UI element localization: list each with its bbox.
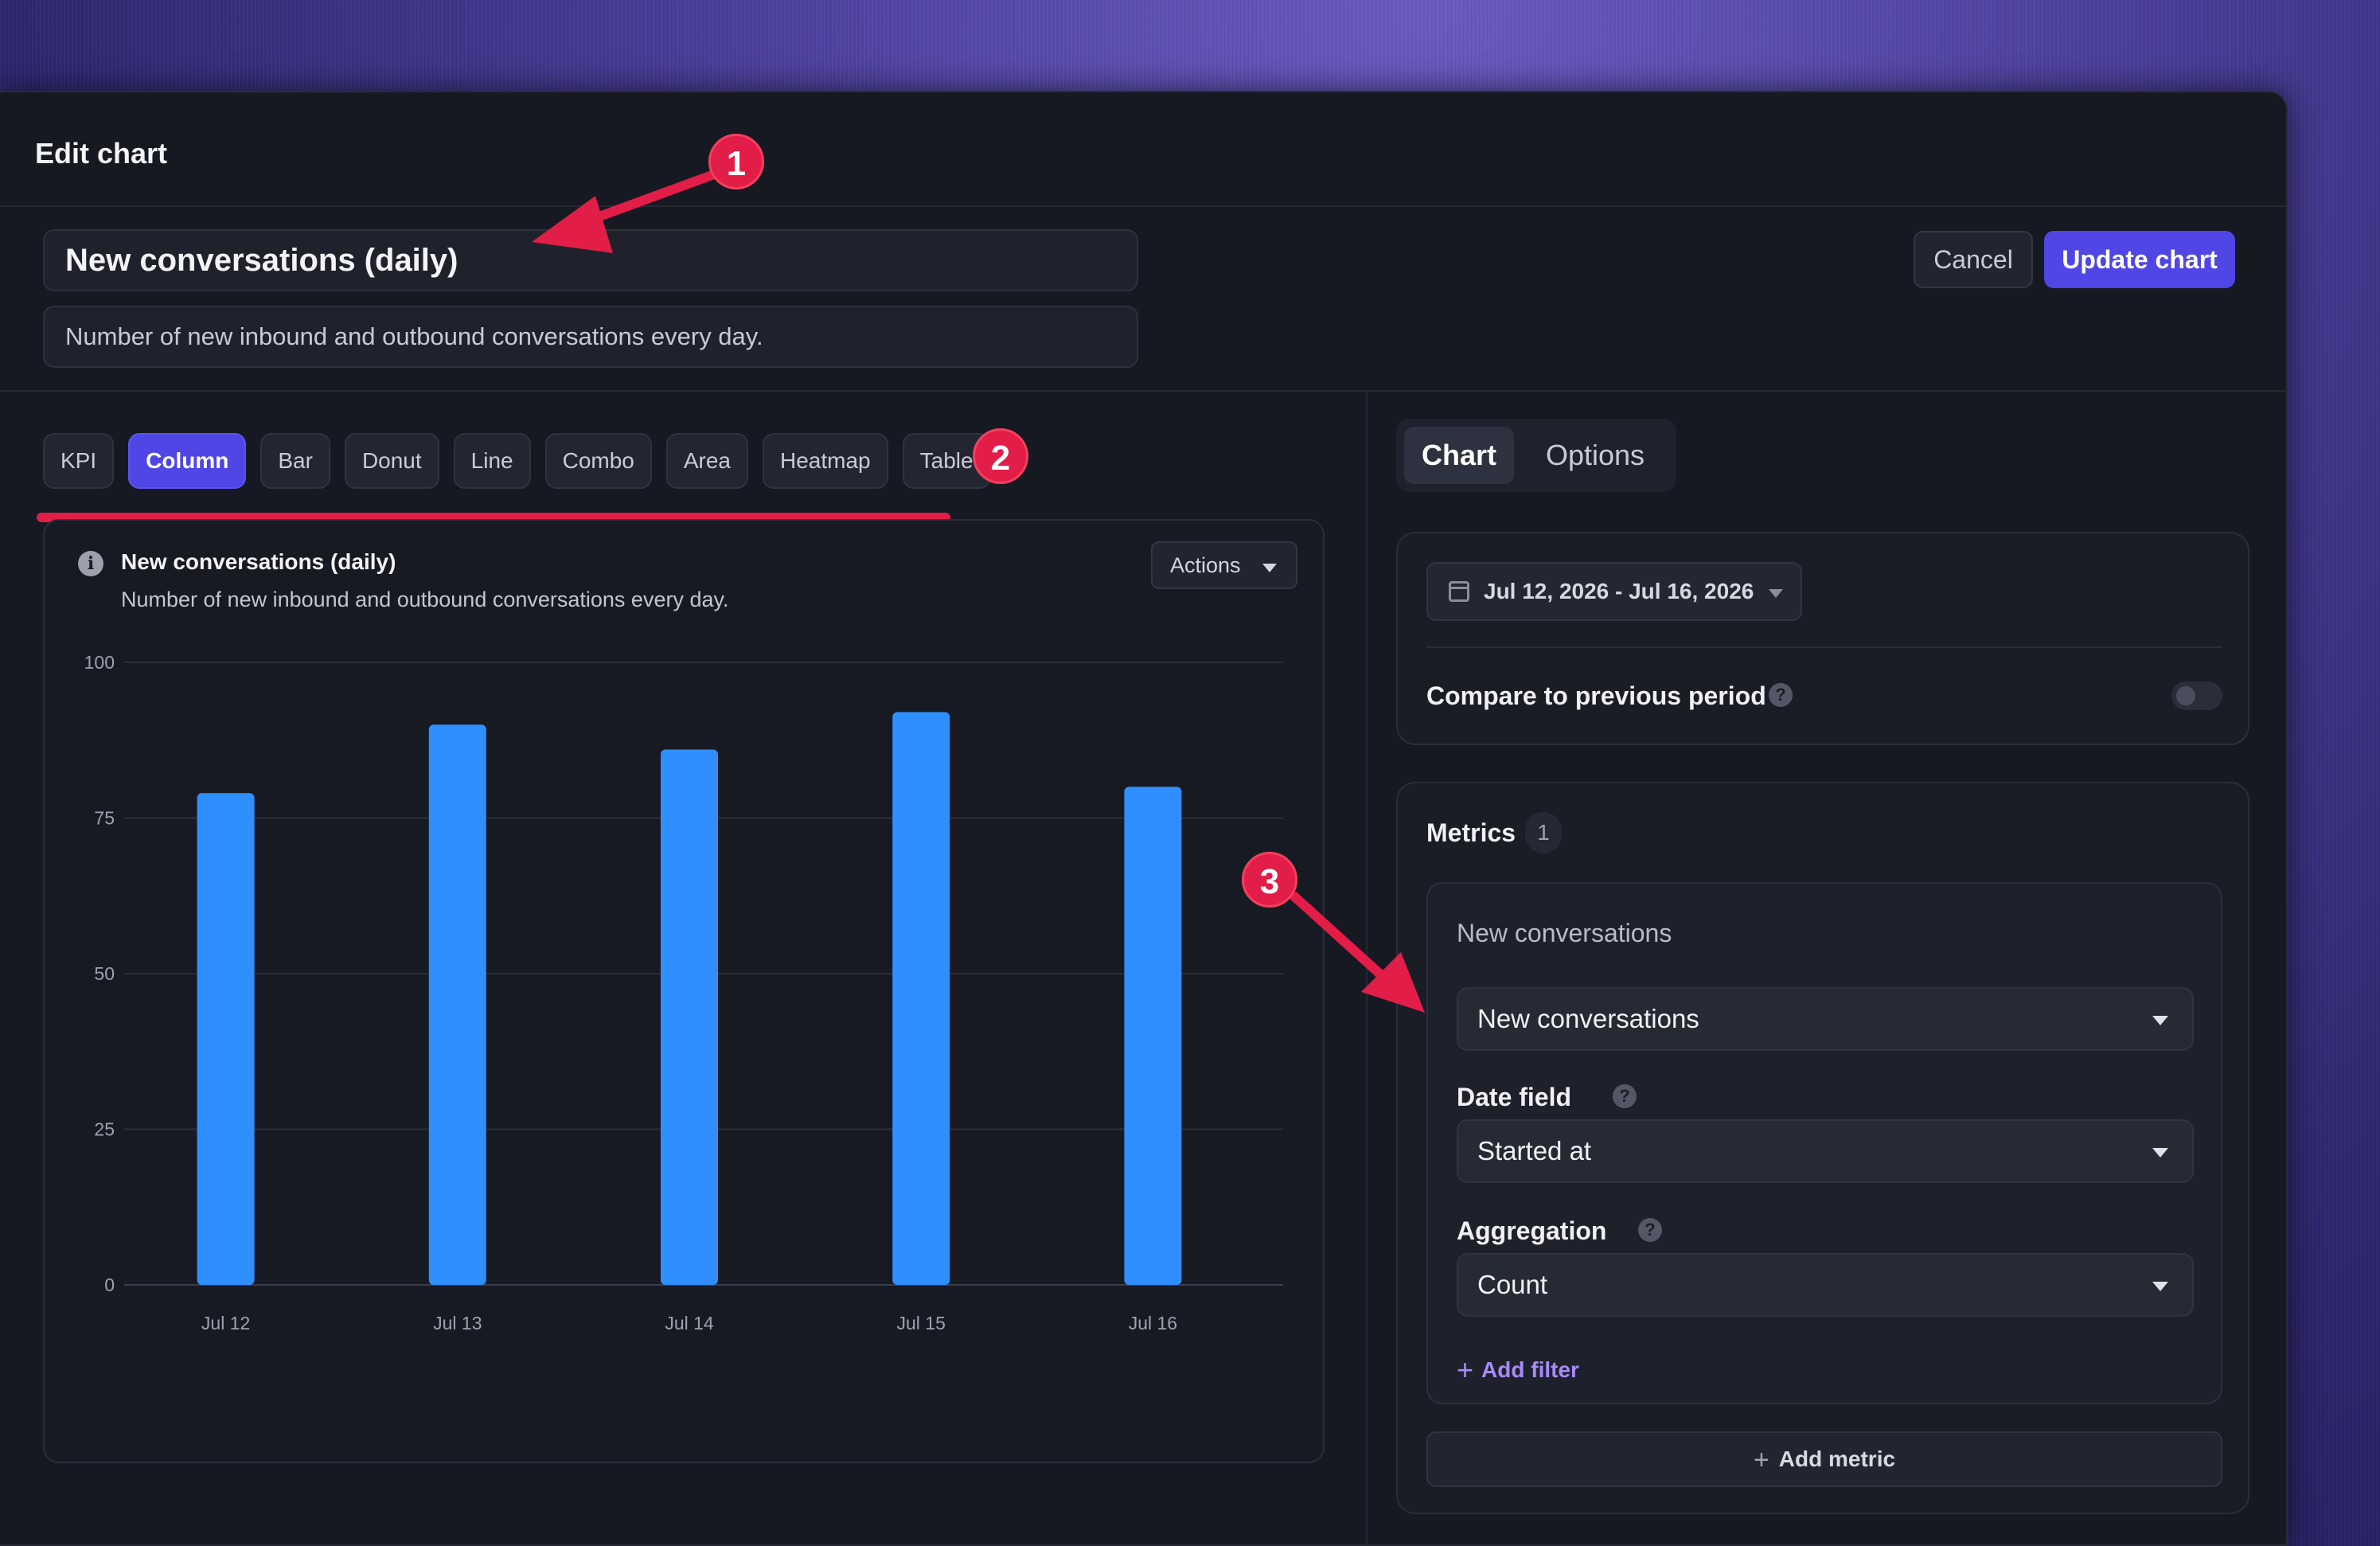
chart-preview-card: i New conversations (daily) Number of ne… — [43, 519, 1325, 1463]
aggregation-label: Aggregation — [1457, 1216, 1607, 1245]
chart-type-heatmap[interactable]: Heatmap — [763, 433, 888, 489]
toggle-knob — [2176, 686, 2195, 705]
y-tick-label: 0 — [104, 1275, 115, 1295]
tab-options[interactable]: Options — [1524, 427, 1667, 484]
metric-card: New conversations New conversations Date… — [1426, 882, 2222, 1404]
window-title: Edit chart — [35, 137, 168, 170]
bar[interactable] — [428, 724, 486, 1285]
compare-label: Compare to previous period — [1426, 681, 1766, 710]
add-metric-button[interactable]: + Add metric — [1426, 1431, 2222, 1487]
help-icon[interactable]: ? — [1638, 1218, 1662, 1242]
bar[interactable] — [197, 793, 255, 1285]
chart-type-kpi[interactable]: KPI — [43, 433, 115, 489]
date-range-panel: Jul 12, 2026 - Jul 16, 2026 Compare to p… — [1396, 532, 2249, 745]
annotation-badge-1: 1 — [708, 134, 764, 189]
chevron-down-icon — [2152, 1148, 2168, 1158]
chart-title-input[interactable]: New conversations (daily) — [43, 229, 1138, 291]
y-tick-label: 50 — [94, 963, 115, 984]
add-metric-label: Add metric — [1778, 1446, 1896, 1471]
bar[interactable] — [661, 749, 718, 1285]
help-icon[interactable]: ? — [1769, 683, 1793, 707]
date-field-select[interactable]: Started at — [1457, 1119, 2194, 1183]
chart-type-combo[interactable]: Combo — [544, 433, 652, 489]
header-divider — [0, 390, 2286, 392]
aggregation-select[interactable]: Count — [1457, 1253, 2194, 1317]
column-chart: 0 25 50 75 100 Jul 12 Jul 13 Jul 14 Jul 15 Jul 16 — [84, 652, 1283, 1333]
tab-chart[interactable]: Chart — [1404, 427, 1514, 484]
x-tick-label: Jul 12 — [201, 1313, 250, 1333]
metric-name: New conversations — [1457, 919, 1672, 947]
chart-type-line[interactable]: Line — [453, 433, 531, 489]
chart-description-input[interactable]: Number of new inbound and outbound conve… — [43, 306, 1138, 368]
cancel-button[interactable]: Cancel — [1914, 231, 2033, 288]
x-tick-label: Jul 14 — [665, 1313, 714, 1333]
metrics-panel: Metrics 1 New conversations New conversa… — [1396, 782, 2249, 1514]
chart-type-area[interactable]: Area — [665, 433, 749, 489]
window-topbar: Edit chart — [0, 92, 2286, 207]
bar[interactable] — [1124, 787, 1182, 1285]
date-field-label: Date field — [1457, 1083, 1572, 1111]
annotation-badge-3: 3 — [1242, 852, 1297, 908]
x-tick-label: Jul 13 — [433, 1313, 482, 1333]
plus-icon: + — [1457, 1353, 1474, 1386]
chart-type-selector: KPI Column Bar Donut Line Combo Area Hea… — [43, 433, 991, 489]
chevron-down-icon — [2152, 1016, 2168, 1025]
y-tick-label: 25 — [94, 1119, 115, 1140]
chart-type-bar[interactable]: Bar — [260, 433, 330, 489]
date-range-picker[interactable]: Jul 12, 2026 - Jul 16, 2026 — [1426, 562, 1802, 621]
pane-divider — [1366, 392, 1368, 1546]
bar[interactable] — [892, 712, 950, 1285]
divider — [1426, 646, 2222, 648]
x-tick-label: Jul 16 — [1129, 1313, 1177, 1333]
y-tick-label: 100 — [84, 652, 115, 673]
date-field-value: Started at — [1477, 1136, 1592, 1165]
update-chart-button[interactable]: Update chart — [2044, 231, 2235, 288]
metric-select[interactable]: New conversations — [1457, 987, 2194, 1051]
help-icon[interactable]: ? — [1613, 1084, 1637, 1108]
add-filter-label: Add filter — [1481, 1357, 1579, 1382]
compare-toggle[interactable] — [2171, 681, 2222, 710]
metrics-label: Metrics — [1426, 818, 1516, 847]
aggregation-value: Count — [1477, 1270, 1548, 1299]
metric-select-value: New conversations — [1477, 1004, 1699, 1033]
calendar-icon — [1449, 581, 1469, 602]
x-tick-label: Jul 15 — [897, 1313, 946, 1333]
metrics-count-badge: 1 — [1525, 812, 1562, 853]
chart-type-donut[interactable]: Donut — [344, 433, 439, 489]
chevron-down-icon — [2152, 1282, 2168, 1291]
date-range-value: Jul 12, 2026 - Jul 16, 2026 — [1484, 579, 1754, 603]
y-tick-label: 75 — [94, 808, 115, 829]
settings-tabs: Chart Options — [1396, 419, 1676, 492]
caret-down-icon — [1769, 589, 1783, 598]
annotation-badge-2: 2 — [973, 428, 1028, 484]
plus-icon: + — [1753, 1445, 1769, 1475]
add-filter-link[interactable]: + Add filter — [1457, 1353, 1579, 1387]
chart-type-column[interactable]: Column — [128, 433, 247, 489]
